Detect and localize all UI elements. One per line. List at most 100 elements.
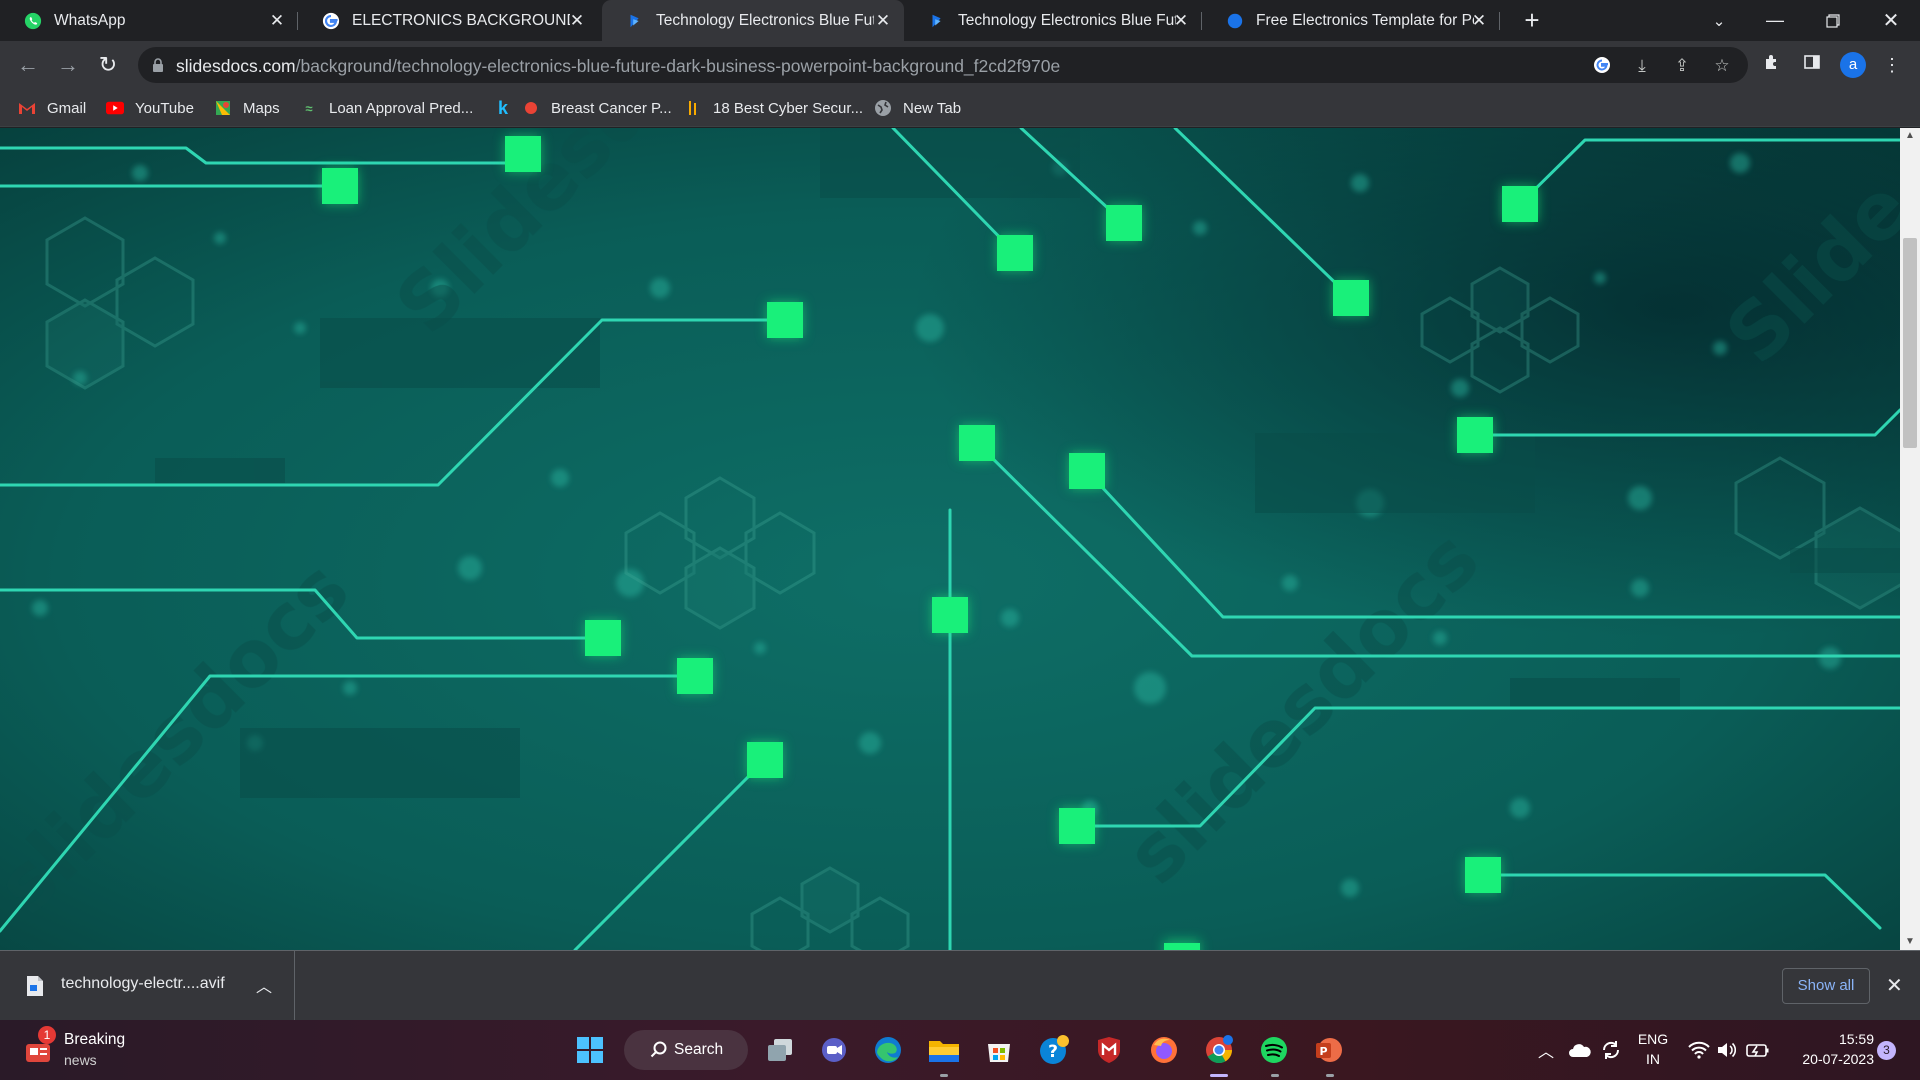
- page-scrollbar[interactable]: ▲ ▼: [1900, 128, 1920, 950]
- tab-whatsapp[interactable]: WhatsApp ✕: [0, 0, 298, 41]
- install-app-icon[interactable]: ⤓: [1631, 55, 1653, 77]
- tab-close-icon[interactable]: ✕: [268, 11, 286, 30]
- url-text[interactable]: slidesdocs.com/background/technology-ele…: [176, 56, 1060, 77]
- download-item[interactable]: technology-electr....avif ︿: [0, 951, 295, 1021]
- onedrive-cloud-icon[interactable]: [1568, 1042, 1592, 1058]
- chrome-menu-icon[interactable]: ⋮: [1880, 53, 1904, 77]
- get-help-icon[interactable]: ?: [1038, 1034, 1070, 1066]
- svg-text:P: P: [1319, 1045, 1327, 1058]
- bookmarks-bar: Gmail YouTube Maps ≈ Loan Approval Pred.…: [0, 89, 1920, 127]
- blue-circle-icon: [1227, 13, 1243, 28]
- restore-button[interactable]: [1810, 0, 1856, 41]
- restore-icon: [1826, 13, 1840, 28]
- bookmark-label: New Tab: [903, 99, 962, 117]
- file-explorer-icon[interactable]: [928, 1034, 960, 1066]
- slidesdocs-icon: [932, 14, 941, 27]
- bookmark-cyber-security[interactable]: 18 Best Cyber Secur...: [684, 97, 863, 119]
- loan-icon: ≈: [305, 100, 313, 116]
- bookmark-k[interactable]: k: [494, 97, 523, 119]
- sync-icon[interactable]: [1600, 1039, 1622, 1061]
- mcafee-icon[interactable]: [1093, 1034, 1125, 1066]
- close-window-button[interactable]: ✕: [1868, 0, 1914, 41]
- maps-icon: [214, 99, 232, 117]
- active-indicator: [1210, 1074, 1228, 1077]
- search-label: Search: [674, 1041, 724, 1058]
- battery-icon[interactable]: [1746, 1041, 1770, 1059]
- whatsapp-icon: [24, 12, 42, 29]
- spotify-icon[interactable]: [1258, 1034, 1290, 1066]
- minimize-button[interactable]: —: [1752, 0, 1798, 41]
- bookmark-label: Gmail: [47, 99, 87, 117]
- scroll-up-arrow-icon[interactable]: ▲: [1900, 128, 1920, 144]
- tab-technology-electronics[interactable]: Technology Electronics Blue Futu ✕: [904, 0, 1202, 41]
- google-lens-icon[interactable]: [1591, 55, 1613, 77]
- k-icon: k: [497, 97, 508, 118]
- bookmark-gmail[interactable]: Gmail: [18, 97, 86, 119]
- side-panel-icon[interactable]: [1800, 53, 1824, 77]
- clock-time[interactable]: 15:59: [1784, 1031, 1874, 1047]
- tab-title: ELECTRONICS BACKGROUND FO: [352, 11, 570, 29]
- tab-search-chevron-icon[interactable]: ⌄: [1696, 0, 1742, 41]
- language-indicator-top[interactable]: ENG: [1636, 1031, 1670, 1047]
- teams-chat-icon[interactable]: [818, 1034, 850, 1066]
- bookmark-breast-cancer[interactable]: Breast Cancer P...: [522, 97, 672, 119]
- tab-technology-electronics-active[interactable]: Technology Electronics Blue Futu ✕: [602, 0, 904, 41]
- bookmark-new-tab[interactable]: New Tab: [874, 97, 961, 119]
- task-view-icon[interactable]: [764, 1034, 796, 1066]
- reload-button[interactable]: ↻: [92, 49, 124, 81]
- wifi-icon[interactable]: [1688, 1041, 1710, 1059]
- share-icon[interactable]: ⇪: [1671, 55, 1693, 77]
- tab-close-icon[interactable]: ✕: [1470, 11, 1488, 30]
- edge-browser-icon[interactable]: [872, 1034, 904, 1066]
- new-tab-button[interactable]: +: [1518, 7, 1546, 35]
- show-all-downloads-button[interactable]: Show all: [1782, 968, 1870, 1004]
- browser-toolbar: ← → ↻ slidesdocs.com/background/technolo…: [0, 41, 1920, 89]
- bookmark-maps[interactable]: Maps: [214, 97, 280, 119]
- address-bar[interactable]: slidesdocs.com/background/technology-ele…: [138, 47, 1748, 83]
- tab-title: WhatsApp: [54, 11, 126, 29]
- bookmark-label: 18 Best Cyber Secur...: [713, 99, 864, 117]
- windows-start-icon[interactable]: [574, 1034, 606, 1066]
- news-widget[interactable]: 1 Breaking news: [0, 1020, 140, 1080]
- bookmark-label: Breast Cancer P...: [551, 99, 672, 117]
- firefox-icon[interactable]: [1148, 1034, 1180, 1066]
- microsoft-store-icon[interactable]: [983, 1034, 1015, 1066]
- youtube-icon: [106, 99, 124, 117]
- close-download-bar-icon[interactable]: ✕: [1886, 973, 1903, 998]
- circuit-board-artwork: Slidesdo slidesdocs slidesdocs Slide: [0, 128, 1900, 950]
- chrome-icon[interactable]: [1203, 1034, 1235, 1066]
- tab-close-icon[interactable]: ✕: [874, 11, 892, 30]
- lock-icon: [153, 58, 163, 72]
- taskbar-search-button[interactable]: Search: [624, 1030, 748, 1070]
- notification-count-badge[interactable]: 3: [1877, 1041, 1896, 1060]
- windows-taskbar: 1 Breaking news Search ? P ︿ ENG IN 15:5…: [0, 1020, 1920, 1080]
- extensions-puzzle-icon[interactable]: [1760, 53, 1784, 77]
- clock-date[interactable]: 20-07-2023: [1784, 1051, 1874, 1067]
- bookmark-loan-approval[interactable]: ≈ Loan Approval Pred...: [300, 97, 473, 119]
- forward-button[interactable]: →: [52, 49, 84, 81]
- tab-close-icon[interactable]: ✕: [568, 11, 586, 30]
- running-indicator: [1326, 1074, 1334, 1077]
- news-title: Breaking: [64, 1031, 126, 1048]
- language-indicator-bottom[interactable]: IN: [1636, 1051, 1670, 1067]
- tab-strip: WhatsApp ✕ ELECTRONICS BACKGROUND FO ✕ T…: [0, 0, 1920, 41]
- tab-title: Technology Electronics Blue Futu: [656, 11, 874, 29]
- file-icon: [27, 976, 43, 996]
- chevron-up-icon[interactable]: ︿: [256, 973, 272, 997]
- gmail-icon: [18, 99, 36, 117]
- bookmark-star-icon[interactable]: ☆: [1711, 55, 1733, 77]
- breast-cancer-icon: [522, 99, 540, 117]
- profile-avatar[interactable]: a: [1840, 52, 1866, 78]
- tab-free-electronics-template[interactable]: Free Electronics Template for Pow ✕: [1202, 0, 1500, 41]
- bookmark-youtube[interactable]: YouTube: [106, 97, 194, 119]
- back-button[interactable]: ←: [12, 49, 44, 81]
- url-host: slidesdocs.com: [176, 56, 296, 76]
- scroll-down-arrow-icon[interactable]: ▼: [1900, 934, 1920, 950]
- volume-icon[interactable]: [1716, 1041, 1736, 1059]
- globe-icon: [874, 99, 892, 117]
- tab-electronics-background[interactable]: ELECTRONICS BACKGROUND FO ✕: [298, 0, 598, 41]
- scroll-thumb[interactable]: [1903, 238, 1917, 448]
- powerpoint-icon[interactable]: P: [1313, 1034, 1345, 1066]
- tab-close-icon[interactable]: ✕: [1172, 11, 1190, 30]
- show-hidden-icons-chevron-icon[interactable]: ︿: [1538, 1038, 1554, 1062]
